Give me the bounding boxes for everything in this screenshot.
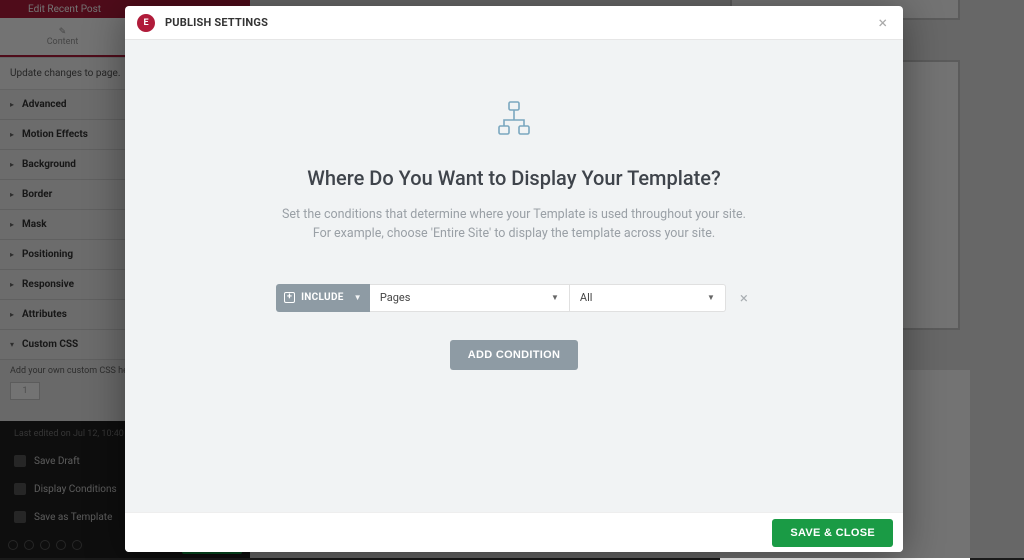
modal-title: PUBLISH SETTINGS [165, 16, 268, 29]
condition-row: + INCLUDE ▼ Pages ▼ All ▼ × [276, 284, 752, 312]
modal-header: E PUBLISH SETTINGS × [125, 6, 903, 40]
condition-scope-select[interactable]: All ▼ [570, 284, 726, 312]
elementor-logo-icon: E [137, 14, 155, 32]
chevron-down-icon: ▼ [707, 293, 715, 302]
add-condition-button[interactable]: ADD CONDITION [450, 340, 579, 370]
sitemap-icon [494, 100, 534, 140]
chevron-down-icon: ▼ [551, 293, 559, 302]
modal-footer: SAVE & CLOSE [125, 512, 903, 552]
publish-settings-modal: E PUBLISH SETTINGS × Where Do You Want t… [125, 6, 903, 552]
include-label: INCLUDE [301, 292, 344, 303]
modal-heading: Where Do You Want to Display Your Templa… [307, 166, 720, 190]
remove-condition-button[interactable]: × [736, 285, 752, 311]
condition-scope-value: All [580, 291, 593, 304]
condition-type-select[interactable]: Pages ▼ [370, 284, 570, 312]
modal-description: Set the conditions that determine where … [282, 206, 746, 244]
modal-desc-line2: For example, choose 'Entire Site' to dis… [282, 225, 746, 244]
modal-body: Where Do You Want to Display Your Templa… [125, 40, 903, 512]
save-and-close-button[interactable]: SAVE & CLOSE [772, 519, 893, 547]
plus-icon: + [284, 292, 295, 303]
chevron-down-icon: ▼ [354, 293, 362, 302]
modal-desc-line1: Set the conditions that determine where … [282, 206, 746, 225]
condition-include-toggle[interactable]: + INCLUDE ▼ [276, 284, 370, 312]
condition-type-value: Pages [380, 291, 411, 304]
modal-close-button[interactable]: × [874, 11, 891, 35]
